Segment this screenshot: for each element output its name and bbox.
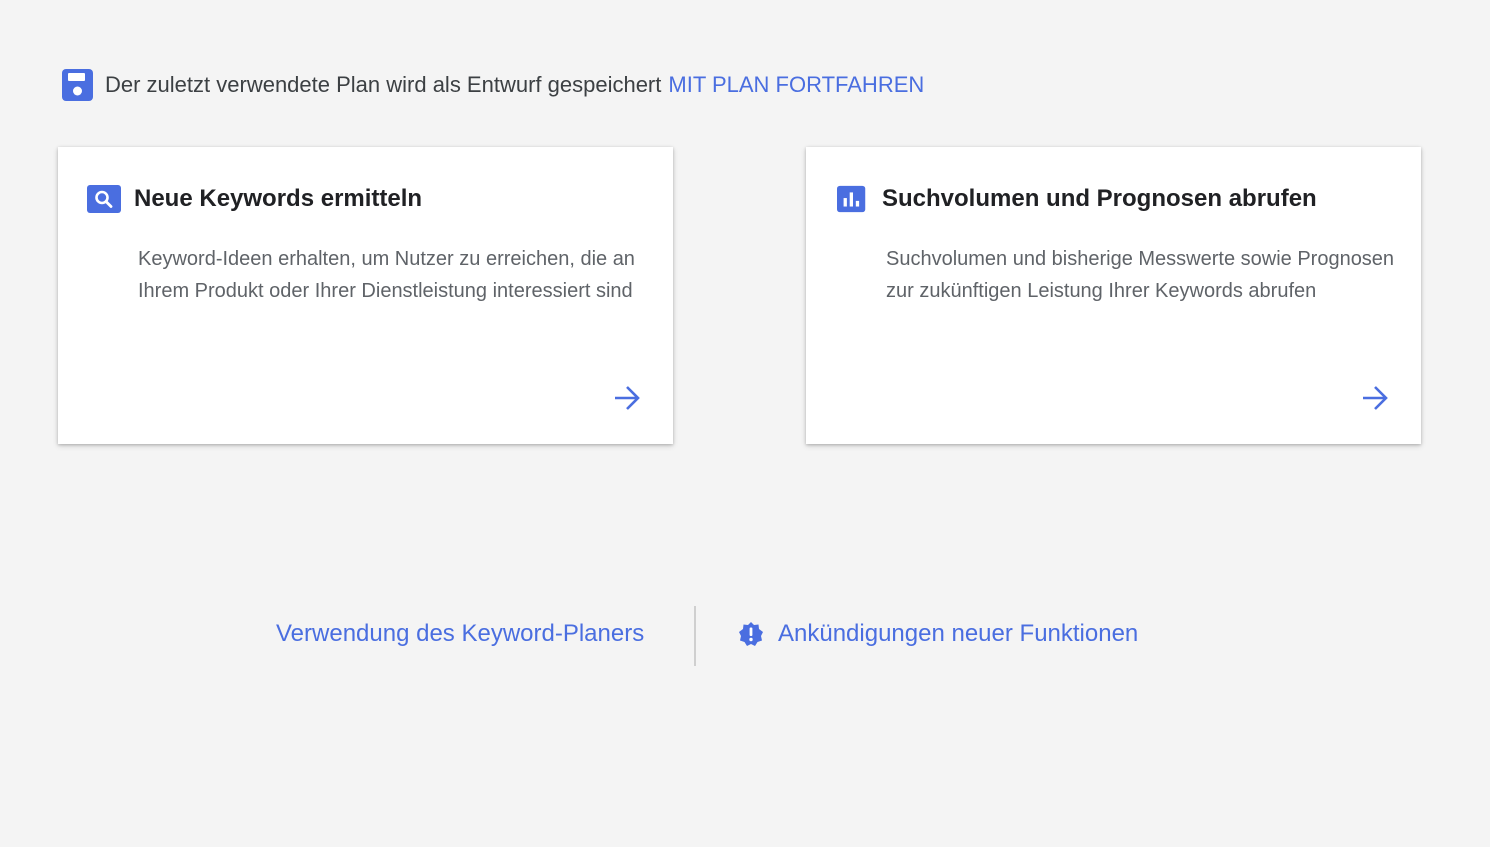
- card-title: Suchvolumen und Prognosen abrufen: [882, 185, 1317, 212]
- arrow-right-icon[interactable]: [1359, 382, 1391, 414]
- continue-plan-link[interactable]: MIT PLAN FORTFAHREN: [668, 72, 924, 98]
- announcement-badge-icon: [738, 621, 764, 647]
- save-icon: [62, 69, 93, 101]
- announcements-link[interactable]: Ankündigungen neuer Funktionen: [738, 620, 1138, 648]
- arrow-right-icon[interactable]: [611, 382, 643, 414]
- card-description: Suchvolumen und bisherige Messwerte sowi…: [886, 248, 1395, 302]
- card-header: Suchvolumen und Prognosen abrufen: [835, 185, 1317, 213]
- card-description: Keyword-Ideen erhalten, um Nutzer zu err…: [138, 248, 635, 302]
- bar-chart-icon: [835, 185, 869, 213]
- draft-banner: Der zuletzt verwendete Plan wird als Ent…: [62, 68, 924, 102]
- search-volume-forecast-card[interactable]: Suchvolumen und Prognosen abrufen Suchvo…: [806, 147, 1421, 444]
- draft-message: Der zuletzt verwendete Plan wird als Ent…: [105, 72, 662, 97]
- footer-divider: [694, 606, 696, 666]
- discover-keywords-card[interactable]: Neue Keywords ermitteln Keyword-Ideen er…: [58, 147, 673, 444]
- footer-links: Verwendung des Keyword-Planers Ankündigu…: [0, 606, 1490, 666]
- search-icon: [87, 185, 121, 213]
- keyword-planner-help-link[interactable]: Verwendung des Keyword-Planers: [276, 620, 644, 648]
- card-header: Neue Keywords ermitteln: [87, 185, 422, 213]
- announcements-label: Ankündigungen neuer Funktionen: [778, 620, 1139, 647]
- card-title: Neue Keywords ermitteln: [134, 185, 423, 212]
